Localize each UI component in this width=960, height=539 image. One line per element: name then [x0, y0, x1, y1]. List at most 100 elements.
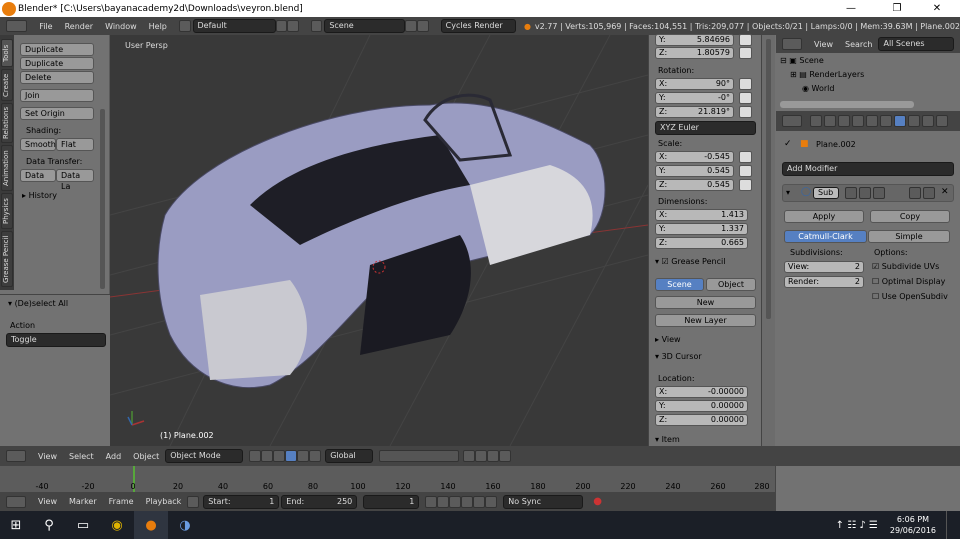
tab-physics[interactable]: Physics: [1, 193, 13, 229]
timeline-area[interactable]: -40 -20 0 20 40 60 80 100 120 140 160 18…: [0, 466, 775, 492]
tray-icons[interactable]: ↑ ☷ ♪ ☰: [836, 520, 878, 531]
world-tab-icon[interactable]: [852, 115, 864, 127]
lock-icon[interactable]: [739, 106, 752, 118]
item-panel-header[interactable]: ▾ Item: [655, 435, 680, 444]
dimension-y-field[interactable]: Y: 1.337: [655, 223, 748, 235]
material-tab-icon[interactable]: [922, 115, 934, 127]
grease-pencil-header[interactable]: ▾ ☑ Grease Pencil: [655, 257, 725, 266]
data-tab-icon[interactable]: [908, 115, 920, 127]
edit-mode-toggle-icon[interactable]: [845, 187, 857, 199]
subdivide-uvs-checkbox[interactable]: ☑ Subdivide UVs: [872, 262, 939, 271]
tab-animation[interactable]: Animation: [1, 145, 13, 191]
snap-element-icon[interactable]: [487, 450, 500, 462]
modifier-header[interactable]: ▾ ◯ Sub ✕: [782, 184, 954, 202]
task-view-icon[interactable]: ▭: [66, 511, 100, 539]
lock-icon[interactable]: [739, 34, 752, 46]
scrollbar-thumb[interactable]: [766, 39, 771, 319]
data-button[interactable]: Data: [20, 169, 56, 182]
next-keyframe-icon[interactable]: [473, 495, 486, 508]
layout-grid-icon[interactable]: [178, 20, 191, 32]
object-tab-icon[interactable]: [866, 115, 878, 127]
translate-icon[interactable]: [285, 450, 298, 462]
lock-icon[interactable]: [739, 92, 752, 104]
layer-buttons[interactable]: [379, 450, 460, 462]
rotation-y-field[interactable]: Y: -0°: [655, 92, 734, 104]
join-button[interactable]: Join: [20, 89, 94, 102]
scene-tab-icon[interactable]: [838, 115, 850, 127]
outliner-row-world[interactable]: ◉ World: [802, 82, 960, 96]
gp-object-button[interactable]: Object: [706, 278, 756, 291]
record-icon[interactable]: ●: [593, 496, 602, 507]
tab-grease-pencil[interactable]: Grease Pencil: [1, 231, 13, 287]
sidebar-scrollbar[interactable]: [761, 35, 775, 446]
menu-add[interactable]: Add: [100, 452, 128, 461]
render-toggle-icon[interactable]: [873, 187, 885, 199]
proportional-edit-icon[interactable]: [463, 450, 476, 462]
smooth-button[interactable]: Smooth: [20, 138, 56, 151]
flat-button[interactable]: Flat: [56, 138, 94, 151]
prev-keyframe-icon[interactable]: [437, 495, 450, 508]
rotation-z-field[interactable]: Z: 21.819°: [655, 106, 734, 118]
data-layout-button[interactable]: Data La: [56, 169, 94, 191]
duplicate-button[interactable]: Duplicate: [20, 43, 94, 56]
current-frame-field[interactable]: 1: [363, 494, 420, 509]
lock-icon[interactable]: [739, 47, 752, 59]
scene-field[interactable]: Scene: [324, 19, 406, 33]
render-levels-field[interactable]: Render: 2: [784, 276, 864, 288]
duplicate-linked-button[interactable]: Duplicate Linked: [20, 57, 94, 79]
search-icon[interactable]: ⚲: [32, 511, 66, 539]
render-preview-icon[interactable]: [499, 450, 512, 462]
tab-create[interactable]: Create: [1, 69, 13, 101]
cursor-z-field[interactable]: Z: 0.00000: [655, 414, 748, 426]
show-desktop-button[interactable]: [946, 511, 960, 539]
app-taskbar-icon[interactable]: ◑: [168, 511, 202, 539]
properties-editor-icon[interactable]: [782, 115, 802, 127]
scale-z-field[interactable]: Z: 0.545: [655, 179, 734, 191]
sync-mode-select[interactable]: No Sync: [503, 494, 584, 509]
close-button[interactable]: ✕: [914, 0, 960, 17]
copy-button[interactable]: Copy: [870, 210, 950, 223]
end-frame-field[interactable]: End: 250: [281, 494, 358, 509]
timeline-editor-icon[interactable]: [6, 495, 26, 508]
render-engine-select[interactable]: Cycles Render: [440, 19, 516, 33]
outliner-view-menu[interactable]: View: [808, 40, 839, 49]
delete-button[interactable]: Delete: [20, 71, 94, 84]
timeline-frame-menu[interactable]: Frame: [103, 497, 140, 506]
simple-button[interactable]: Simple: [868, 230, 950, 243]
view-levels-field[interactable]: View: 2: [784, 261, 864, 273]
timeline-marker-menu[interactable]: Marker: [63, 497, 103, 506]
start-frame-field[interactable]: Start: 1: [203, 494, 280, 509]
editor-type-icon[interactable]: [6, 20, 28, 32]
rotate-icon[interactable]: [297, 450, 310, 462]
catmull-clark-button[interactable]: Catmull-Clark: [784, 230, 867, 243]
outliner-search-menu[interactable]: Search: [839, 40, 878, 49]
lock-icon[interactable]: [739, 165, 752, 177]
interaction-mode-select[interactable]: Object Mode: [165, 449, 244, 463]
constraints-tab-icon[interactable]: [880, 115, 892, 127]
tab-relations[interactable]: Relations: [1, 103, 13, 143]
menu-view[interactable]: View: [32, 452, 63, 461]
move-down-icon[interactable]: [923, 187, 935, 199]
remove-modifier-icon[interactable]: ✕: [941, 187, 949, 197]
action-select[interactable]: Toggle: [6, 333, 106, 347]
outliner-hscrollbar[interactable]: [780, 101, 914, 108]
modifiers-tab-icon[interactable]: [894, 115, 906, 127]
menu-select[interactable]: Select: [63, 452, 100, 461]
gp-new-button[interactable]: New: [655, 296, 756, 309]
chrome-icon[interactable]: ◉: [100, 511, 134, 539]
lock-icon[interactable]: [739, 151, 752, 163]
render-tab-icon[interactable]: [810, 115, 822, 127]
windows-start-icon[interactable]: ⊞: [0, 511, 32, 539]
set-origin-button[interactable]: Set Origin: [20, 107, 94, 120]
new-layer-button[interactable]: New Layer: [655, 314, 756, 327]
dimension-z-field[interactable]: Z: 0.665: [655, 237, 748, 249]
play-icon[interactable]: [461, 495, 474, 508]
jump-start-icon[interactable]: [425, 495, 438, 508]
tab-tools[interactable]: Tools: [1, 39, 13, 67]
rotation-mode-select[interactable]: XYZ Euler: [655, 121, 756, 135]
collapse-icon[interactable]: ▾: [786, 188, 790, 197]
outliner-row-renderlayers[interactable]: ⊞ ▤ RenderLayers: [790, 68, 960, 82]
timeline-playback-menu[interactable]: Playback: [140, 497, 188, 506]
history-panel-header[interactable]: ▸ History: [22, 191, 57, 200]
layout-remove-icon[interactable]: [287, 20, 299, 32]
